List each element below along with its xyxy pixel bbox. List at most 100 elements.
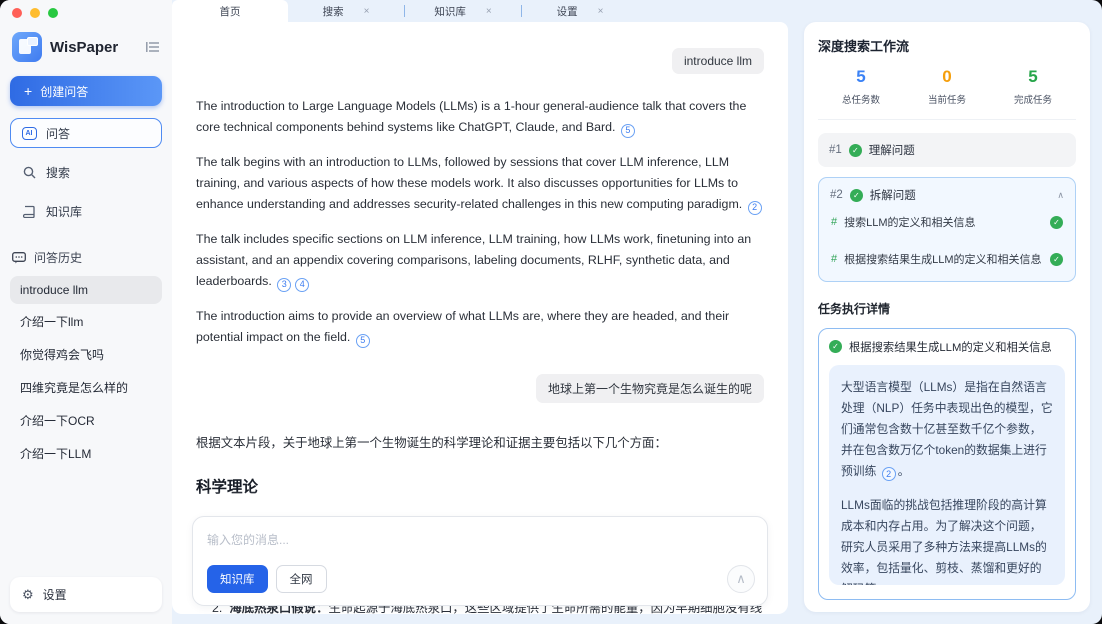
check-circle-icon: ✓ <box>1050 216 1063 229</box>
app-window: WisPaper + 创建问答 AI 问答 搜索 知识库 <box>0 0 1102 624</box>
tab-settings[interactable]: 设置 × <box>522 0 638 22</box>
brand-header: WisPaper <box>10 22 162 76</box>
step-label: 理解问题 <box>869 142 915 158</box>
stat-completed-tasks: 5 完成任务 <box>990 67 1076 106</box>
close-tab-icon[interactable]: × <box>598 6 604 17</box>
citations: 2 <box>880 464 898 478</box>
workflow-stats: 5 总任务数 0 当前任务 5 完成任务 <box>818 67 1076 120</box>
workflow-step-1[interactable]: #1 ✓ 理解问题 <box>818 133 1076 167</box>
subtask-label: 根据搜索结果生成LLM的定义和相关信息 <box>844 251 1041 267</box>
workflow-panel: 深度搜索工作流 5 总任务数 0 当前任务 5 完成任务 <box>804 22 1090 612</box>
tab-label: 搜索 <box>323 4 344 19</box>
history-item[interactable]: 介绍一下OCR <box>10 405 162 436</box>
user-message-bubble: introduce llm <box>672 48 764 74</box>
main-area: 首页 搜索 × 知识库 × 设置 × introduce ll <box>172 0 1102 624</box>
book-icon <box>21 203 37 219</box>
history-item[interactable]: introduce llm <box>10 276 162 304</box>
tab-bar: 首页 搜索 × 知识库 × 设置 × <box>172 0 1102 22</box>
citations: 2 <box>746 197 764 211</box>
sidebar-item-label: 问答 <box>46 125 70 142</box>
user-message: introduce llm <box>196 48 764 74</box>
knowledge-base-scope-button[interactable]: 知识库 <box>207 565 268 593</box>
qa-chat-icon: AI <box>21 125 37 141</box>
tab-label: 设置 <box>557 4 578 19</box>
task-detail-title: 根据搜索结果生成LLM的定义和相关信息 <box>849 339 1052 355</box>
sidebar-collapse-icon[interactable] <box>146 41 160 53</box>
window-controls <box>10 0 162 22</box>
tab-search[interactable]: 搜索 × <box>288 0 404 22</box>
web-scope-button[interactable]: 全网 <box>276 565 327 593</box>
citation-badge[interactable]: 4 <box>295 278 309 292</box>
check-circle-icon: ✓ <box>850 189 863 202</box>
detail-paragraph: 大型语言模型（LLMs）是指在自然语言处理（NLP）任务中表现出色的模型，它们通… <box>841 377 1053 482</box>
subtask-row[interactable]: # 搜索LLM的定义和相关信息 ✓ <box>830 203 1064 240</box>
app-title: WisPaper <box>50 39 138 56</box>
plus-icon: + <box>24 84 32 98</box>
hash-icon: # <box>831 216 837 228</box>
assistant-paragraph: 根据文本片段，关于地球上第一个生物诞生的科学理论和证据主要包括以下几个方面： <box>196 433 764 454</box>
step-label: 拆解问题 <box>870 187 916 203</box>
step-number: #2 <box>830 189 843 201</box>
citation-badge[interactable]: 2 <box>882 467 896 481</box>
citation-badge[interactable]: 5 <box>621 124 635 138</box>
step-2-header[interactable]: #2 ✓ 拆解问题 ∧ <box>830 187 1064 203</box>
chevron-up-icon[interactable]: ∧ <box>1057 190 1064 201</box>
task-details-header: 任务执行详情 <box>818 300 1076 317</box>
history-icon <box>12 252 26 264</box>
create-qa-label: 创建问答 <box>40 83 88 100</box>
sidebar-item-qa[interactable]: AI 问答 <box>10 118 162 148</box>
citation-badge[interactable]: 5 <box>356 334 370 348</box>
settings-label: 设置 <box>43 586 67 603</box>
user-message-bubble: 地球上第一个生物究竟是怎么诞生的呢 <box>536 374 764 403</box>
citations: 5 <box>619 120 637 134</box>
subtask-label: 搜索LLM的定义和相关信息 <box>844 214 975 230</box>
sidebar: WisPaper + 创建问答 AI 问答 搜索 知识库 <box>0 0 172 624</box>
tab-label: 首页 <box>220 4 241 19</box>
subtask-row[interactable]: # 根据搜索结果生成LLM的定义和相关信息 ✓ <box>830 240 1064 277</box>
create-qa-button[interactable]: + 创建问答 <box>10 76 162 106</box>
tab-label: 知识库 <box>434 4 466 19</box>
chevron-up-icon: ∧ <box>736 571 746 587</box>
assistant-paragraph: The talk begins with an introduction to … <box>196 152 764 216</box>
stat-current-tasks: 0 当前任务 <box>904 67 990 106</box>
composer-area: 知识库 全网 ∧ <box>192 516 768 606</box>
history-item[interactable]: 介绍一下LLM <box>10 438 162 469</box>
tab-home[interactable]: 首页 <box>172 0 288 22</box>
task-detail-content[interactable]: 大型语言模型（LLMs）是指在自然语言处理（NLP）任务中表现出色的模型，它们通… <box>829 365 1065 585</box>
message-input[interactable] <box>207 533 753 547</box>
history-header-label: 问答历史 <box>34 249 82 266</box>
zoom-window-button[interactable] <box>48 8 58 18</box>
detail-paragraph: LLMs面临的挑战包括推理阶段的高计算成本和内存占用。为了解决这个问题，研究人员… <box>841 495 1053 585</box>
assistant-paragraph: The introduction aims to provide an over… <box>196 306 764 349</box>
task-detail-card: ✓ 根据搜索结果生成LLM的定义和相关信息 大型语言模型（LLMs）是指在自然语… <box>818 328 1076 600</box>
citation-badge[interactable]: 2 <box>748 201 762 215</box>
history-item[interactable]: 四维究竟是怎么样的 <box>10 372 162 403</box>
citation-badge[interactable]: 3 <box>277 278 291 292</box>
history-item[interactable]: 介绍一下llm <box>10 306 162 337</box>
sidebar-item-settings[interactable]: ⚙ 设置 <box>10 577 162 612</box>
tab-knowledge-base[interactable]: 知识库 × <box>405 0 521 22</box>
sidebar-item-label: 搜索 <box>46 164 70 181</box>
send-button[interactable]: ∧ <box>727 565 755 593</box>
citations: 34 <box>275 274 311 288</box>
history-item[interactable]: 你觉得鸡会飞吗 <box>10 339 162 370</box>
workflow-title: 深度搜索工作流 <box>818 36 1076 55</box>
sidebar-item-search[interactable]: 搜索 <box>10 157 162 187</box>
close-tab-icon[interactable]: × <box>486 6 492 17</box>
sidebar-item-label: 知识库 <box>46 203 82 220</box>
app-logo <box>12 32 42 62</box>
close-window-button[interactable] <box>12 8 22 18</box>
message-composer: 知识库 全网 ∧ <box>192 516 768 606</box>
close-tab-icon[interactable]: × <box>364 6 370 17</box>
task-detail-title-row: ✓ 根据搜索结果生成LLM的定义和相关信息 <box>829 339 1065 355</box>
minimize-window-button[interactable] <box>30 8 40 18</box>
citations: 1 <box>880 582 898 585</box>
check-circle-icon: ✓ <box>829 340 842 353</box>
history-section-header: 问答历史 <box>12 249 160 266</box>
search-icon <box>21 164 37 180</box>
assistant-paragraph: The talk includes specific sections on L… <box>196 229 764 293</box>
check-circle-icon: ✓ <box>1050 253 1063 266</box>
sidebar-item-knowledge-base[interactable]: 知识库 <box>10 196 162 226</box>
citations: 5 <box>354 330 372 344</box>
stat-total-tasks: 5 总任务数 <box>818 67 904 106</box>
